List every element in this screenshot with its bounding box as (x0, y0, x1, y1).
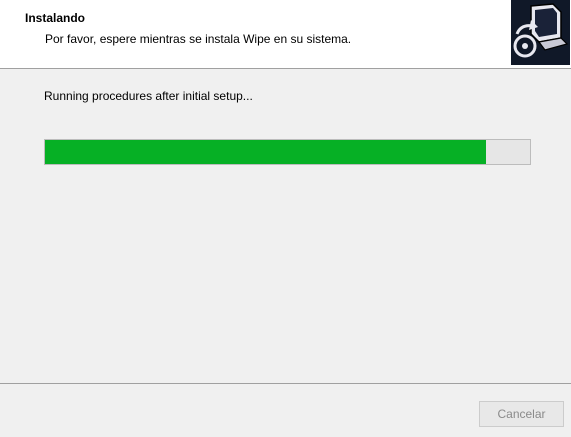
page-subtitle: Por favor, espere mientras se instala Wi… (45, 32, 352, 46)
footer-divider (0, 383, 571, 384)
installer-header: Instalando Por favor, espere mientras se… (0, 0, 571, 69)
progress-fill (45, 140, 487, 164)
status-text: Running procedures after initial setup..… (44, 89, 253, 103)
page-title: Instalando (25, 11, 86, 25)
install-progress-bar (44, 139, 531, 165)
installer-computer-icon (511, 0, 570, 65)
cancel-button[interactable]: Cancelar (479, 401, 564, 427)
